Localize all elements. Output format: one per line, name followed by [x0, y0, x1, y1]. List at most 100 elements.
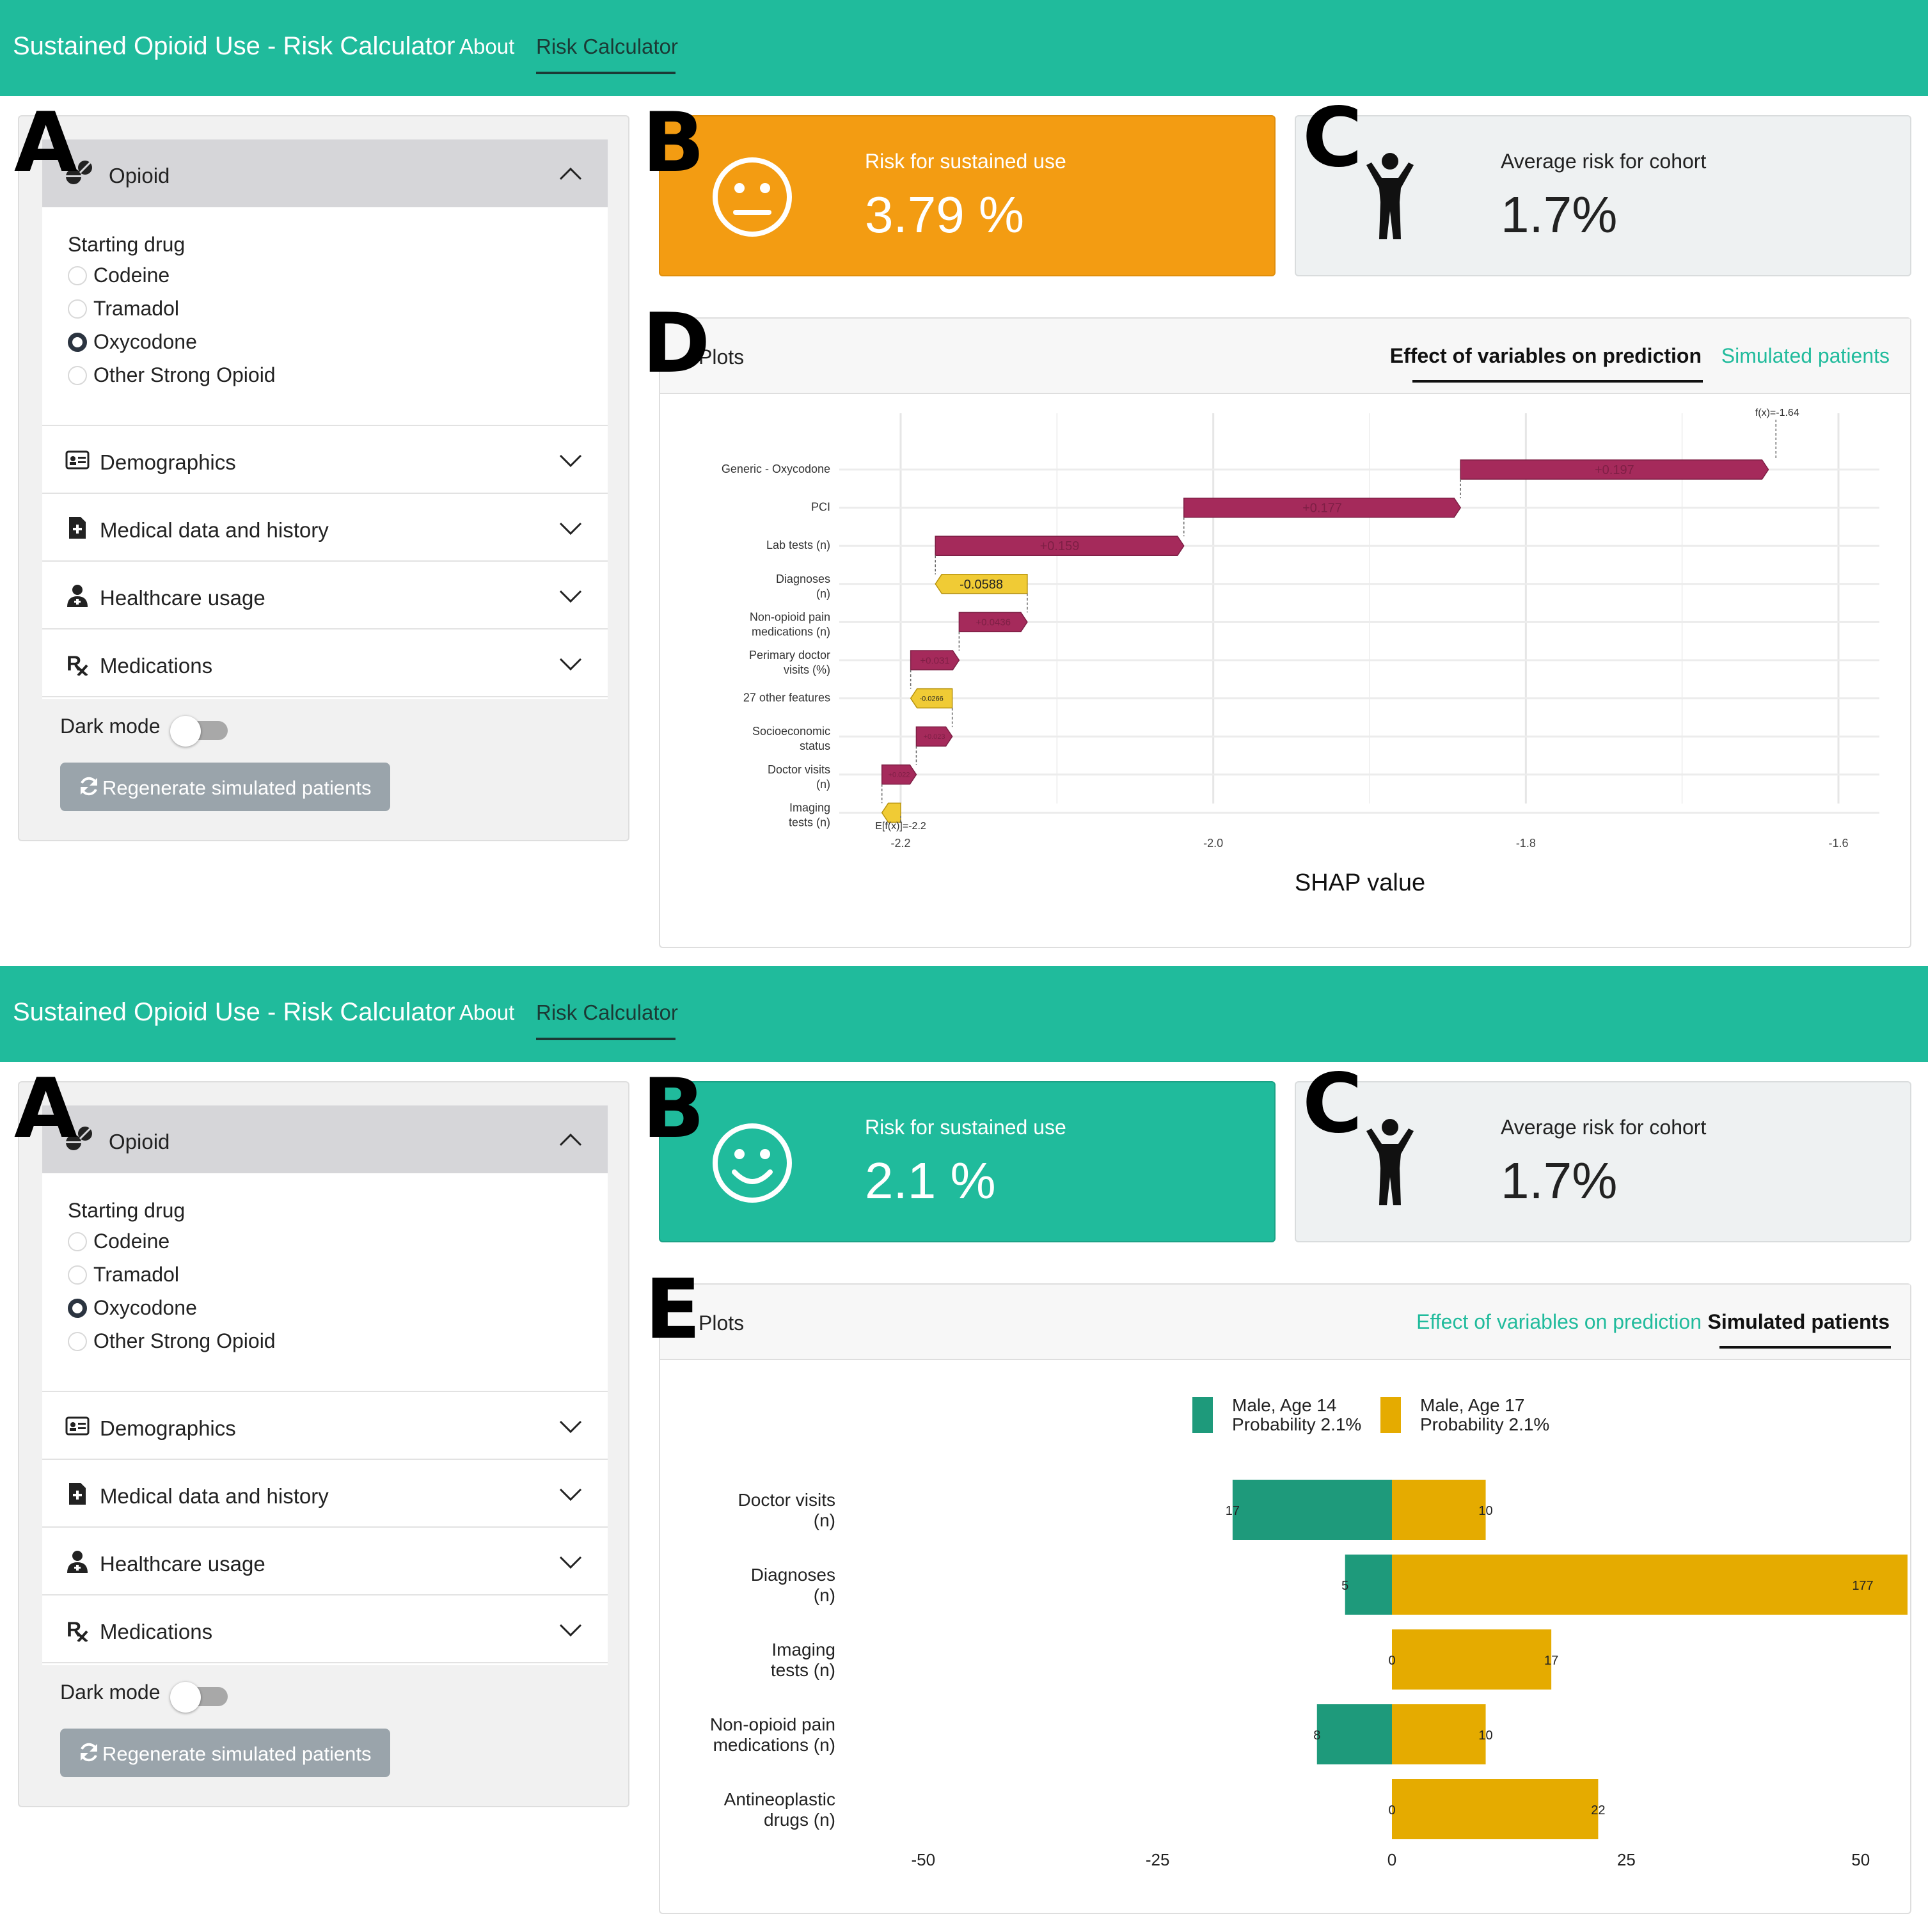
svg-text:R: R: [67, 1618, 81, 1641]
plots-card: Plots Effect of variables on prediction …: [659, 1283, 1911, 1914]
chevron-down-icon[interactable]: [559, 658, 582, 672]
risk-title: Risk for sustained use: [865, 1116, 1066, 1139]
radio-button[interactable]: [68, 366, 87, 385]
chevron-up-icon[interactable]: [559, 1132, 582, 1146]
radio-button[interactable]: [68, 1232, 87, 1251]
feature-label: Perimary doctor: [749, 649, 830, 661]
radio-button[interactable]: [68, 266, 87, 285]
bar-male-age-17: [1392, 1779, 1599, 1839]
navbar: Sustained Opioid Use - Risk Calculator A…: [0, 966, 1928, 1062]
tab-effect-of-variables[interactable]: Effect of variables on prediction: [1416, 1310, 1702, 1334]
accordion-medical-data-and-history[interactable]: Medical data and history: [42, 494, 608, 562]
tab-simulated-patients[interactable]: Simulated patients: [1708, 1310, 1890, 1334]
accordion-opioid-header[interactable]: Opioid: [42, 139, 608, 207]
accordion-healthcare-usage[interactable]: Healthcare usage: [42, 562, 608, 629]
opioid-panel-body: Starting drug Codeine Tramadol Oxycodone Ot…: [42, 1173, 608, 1392]
screen-simulated: Sustained Opioid Use - Risk Calculator A…: [0, 966, 1928, 1932]
regenerate-button[interactable]: Regenerate simulated patients: [60, 1729, 390, 1777]
bar-value-label: 10: [1478, 1504, 1492, 1518]
radio-label: Codeine: [93, 1230, 170, 1253]
bar-value-label: +0.177: [1302, 502, 1342, 516]
accordion-medical-data-and-history[interactable]: Medical data and history: [42, 1460, 608, 1528]
feature-label: Non-opioid pain: [750, 610, 830, 623]
chevron-down-icon[interactable]: [559, 1420, 582, 1434]
radio-button[interactable]: [68, 299, 87, 319]
chevron-down-icon[interactable]: [559, 1488, 582, 1502]
x-tick-label: 0: [1387, 1850, 1396, 1869]
file-medical-icon: [69, 1483, 86, 1505]
bar-value-label: 22: [1591, 1803, 1605, 1817]
accordion-item-label: Medications: [100, 654, 213, 677]
tab-simulated-patients[interactable]: Simulated patients: [1721, 344, 1890, 368]
accordion-item-label: Demographics: [100, 450, 236, 474]
radio-label: Tramadol: [93, 297, 179, 320]
chevron-down-icon[interactable]: [559, 454, 582, 468]
bar-value-label: +0.023: [924, 733, 945, 741]
chevron-down-icon[interactable]: [559, 1556, 582, 1570]
active-tab-indicator: [1412, 380, 1703, 383]
bar-male-age-14: [1316, 1704, 1392, 1764]
refresh-icon: [81, 777, 97, 796]
radio-button[interactable]: [68, 1332, 87, 1351]
accordion-opioid-label: Opioid: [109, 164, 170, 187]
feature-label: Socioeconomic: [752, 725, 830, 738]
nav-about[interactable]: About: [459, 1001, 514, 1025]
accordion-demographics[interactable]: Demographics: [42, 426, 608, 494]
shap-waterfall-chart: +0.197 Generic - Oxycodone +0.177 PCI +0.159…: [722, 408, 1879, 896]
accordion-medications[interactable]: R Medications: [42, 629, 608, 697]
radio-button[interactable]: [68, 1265, 87, 1285]
nav-active-indicator: [536, 1038, 676, 1040]
simulated-patients-chart: Male, Age 14Probability 2.1%Male, Age 17…: [710, 1395, 1908, 1869]
chevron-down-icon[interactable]: [559, 1624, 582, 1638]
dark-mode-toggle[interactable]: [170, 716, 229, 747]
legend-swatch: [1192, 1397, 1213, 1433]
panel-letter-c: C: [1302, 1056, 1363, 1152]
waterfall-bar: [881, 802, 901, 823]
feature-label: (n): [816, 778, 830, 791]
x-tick-label: -2.2: [890, 837, 910, 850]
nav-risk-calculator[interactable]: Risk Calculator: [536, 35, 678, 59]
regenerate-button[interactable]: Regenerate simulated patients: [60, 763, 390, 811]
accordion-medications[interactable]: R Medications: [42, 1595, 608, 1663]
accordion-opioid-header[interactable]: Opioid: [42, 1105, 608, 1173]
category-label: (n): [814, 1585, 835, 1605]
panel-letter-e: E: [645, 1262, 701, 1358]
risk-value: 2.1 %: [865, 1152, 996, 1209]
feature-label: Lab tests (n): [766, 539, 830, 551]
bar-male-age-17: [1392, 1704, 1486, 1764]
accordion-demographics[interactable]: Demographics: [42, 1392, 608, 1460]
nav-risk-calculator[interactable]: Risk Calculator: [536, 1001, 678, 1025]
feature-label: 27 other features: [743, 692, 830, 704]
final-value-label: f(x)=-1.64: [1755, 408, 1799, 418]
bar-male-age-14: [1232, 1480, 1392, 1540]
chevron-up-icon[interactable]: [559, 166, 582, 180]
regenerate-label: Regenerate simulated patients: [102, 1743, 372, 1765]
radio-label: Oxycodone: [93, 330, 197, 353]
cohort-value: 1.7%: [1501, 186, 1618, 243]
app-title[interactable]: Sustained Opioid Use - Risk Calculator: [13, 32, 455, 61]
bar-male-age-14: [1345, 1555, 1392, 1615]
accordion: Opioid Starting drug Codeine Tramadol Oxyc…: [42, 139, 608, 699]
nav-about[interactable]: About: [459, 35, 514, 59]
app-title[interactable]: Sustained Opioid Use - Risk Calculator: [13, 998, 455, 1027]
accordion-healthcare-usage[interactable]: Healthcare usage: [42, 1528, 608, 1595]
bar-value-label: +0.197: [1595, 463, 1634, 477]
dark-mode-toggle[interactable]: [170, 1682, 229, 1713]
radio-button[interactable]: [68, 1299, 87, 1318]
cohort-title: Average risk for cohort: [1501, 1116, 1707, 1139]
bar-value-label: 8: [1313, 1729, 1320, 1743]
feature-label: tests (n): [789, 816, 830, 828]
sidebar: Opioid Starting drug Codeine Tramadol Oxyc…: [18, 115, 629, 841]
radio-label: Tramadol: [93, 1263, 179, 1286]
tab-effect-of-variables[interactable]: Effect of variables on prediction: [1390, 344, 1702, 368]
person-icon: [1366, 153, 1414, 239]
x-tick-label: -2.0: [1203, 837, 1223, 850]
refresh-icon: [81, 1743, 97, 1762]
bar-value-label: +0.022: [889, 772, 910, 779]
chevron-down-icon[interactable]: [559, 522, 582, 536]
radio-button[interactable]: [68, 333, 87, 352]
toggle-knob: [170, 716, 201, 747]
legend-sublabel: Probability 2.1%: [1232, 1414, 1361, 1434]
chevron-down-icon[interactable]: [559, 590, 582, 604]
bar-value-label: +0.031: [920, 655, 949, 666]
